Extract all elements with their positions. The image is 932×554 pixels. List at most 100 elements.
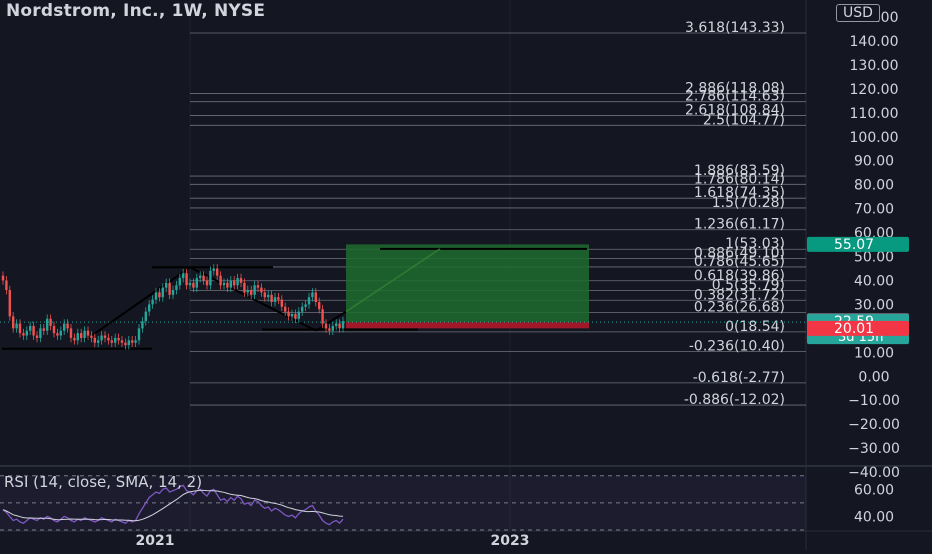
candle-body <box>59 330 62 336</box>
candle-body <box>321 309 324 324</box>
candle-body <box>233 280 236 286</box>
candle-body <box>22 333 25 336</box>
rsi-indicator-label[interactable]: RSI (14, close, SMA, 14, 2) <box>4 473 202 491</box>
candle-body <box>168 282 171 295</box>
candle-body <box>120 340 124 343</box>
candle-body <box>165 282 168 288</box>
price-tick-label: −20.00 <box>848 417 900 433</box>
candle-body <box>97 340 100 343</box>
candle-body <box>137 328 141 341</box>
candle-body <box>311 292 314 298</box>
fib-level-label: 0(18.54) <box>725 319 785 335</box>
candle-body <box>56 333 59 336</box>
candle-body <box>42 328 45 331</box>
candle-body <box>229 280 232 288</box>
candle-body <box>5 280 8 291</box>
time-axis-label: 2023 <box>491 533 530 549</box>
candle-body <box>216 268 219 276</box>
candle-body <box>243 282 246 293</box>
price-tick-label: 80.00 <box>854 178 894 194</box>
currency-button[interactable]: USD <box>836 4 880 22</box>
price-tick-label: −40.00 <box>848 465 900 481</box>
candle-body <box>263 292 266 298</box>
candle-body <box>134 340 137 343</box>
candle-body <box>331 325 334 331</box>
candle-body <box>73 337 76 341</box>
candle-body <box>171 290 175 295</box>
candle-body <box>246 290 249 293</box>
candle-body <box>90 335 93 338</box>
candle-body <box>188 282 192 286</box>
candle-body <box>1 275 5 281</box>
price-chart-svg[interactable]: 3.618(143.33)2.886(118.08)2.786(114.63)2… <box>0 0 932 550</box>
price-tick-label: 100.00 <box>850 130 899 146</box>
candle-body <box>277 297 280 300</box>
candle-body <box>178 278 181 286</box>
candle-body <box>205 280 209 286</box>
candle-body <box>290 313 294 317</box>
candle-body <box>267 294 270 298</box>
candle-body <box>8 290 11 317</box>
candle-body <box>301 306 304 312</box>
candle-body <box>35 335 39 338</box>
fib-level-label: -0.886(-12.02) <box>684 392 785 408</box>
candle-body <box>222 282 226 286</box>
candle-body <box>46 318 49 331</box>
candle-body <box>107 337 110 341</box>
candle-body <box>185 273 188 286</box>
candle-body <box>284 306 287 312</box>
profit-zone <box>346 244 589 323</box>
candle-body <box>202 275 205 281</box>
candle-body <box>318 302 321 310</box>
candle-body <box>328 328 331 331</box>
price-tick-label: 120.00 <box>850 82 899 98</box>
price-tick-label: 70.00 <box>854 202 894 218</box>
fib-level-label: -0.618(-2.77) <box>693 370 785 386</box>
price-tick-label: −30.00 <box>848 441 900 457</box>
candle-body <box>307 297 311 305</box>
price-tick-label: 10.00 <box>854 345 894 361</box>
candle-body <box>175 285 178 291</box>
candle-body <box>253 285 256 295</box>
price-badge-label: 20.01 <box>834 321 874 337</box>
price-badge-label: 55.07 <box>834 237 874 253</box>
candle-body <box>66 323 69 329</box>
candle-body <box>273 297 277 303</box>
fib-level-label: -0.236(10.40) <box>689 338 785 354</box>
candle-body <box>80 333 83 338</box>
candle-body <box>239 278 243 283</box>
candle-body <box>335 323 338 326</box>
candle-body <box>110 340 113 343</box>
candle-body <box>280 299 283 307</box>
candle-body <box>195 278 198 288</box>
candle-body <box>338 323 341 329</box>
fib-level-label: 2.5(104.77) <box>703 112 785 128</box>
candle-body <box>39 328 42 338</box>
stop-loss-zone <box>346 322 589 329</box>
price-tick-label: 110.00 <box>850 106 899 122</box>
candle-body <box>341 321 345 329</box>
candle-body <box>12 316 15 329</box>
candle-body <box>49 318 52 326</box>
fib-level-label: 3.618(143.33) <box>685 20 785 36</box>
candle-body <box>199 275 202 279</box>
rsi-tick-label: 40.00 <box>854 509 894 525</box>
candle-body <box>151 299 154 305</box>
candle-body <box>192 282 195 288</box>
candle-body <box>294 313 297 319</box>
price-tick-label: 0.00 <box>858 369 889 385</box>
candle-body <box>304 304 307 307</box>
fib-level-label: 0.236(26.68) <box>694 299 785 315</box>
rsi-tick-label: 60.00 <box>854 482 894 498</box>
candle-body <box>32 325 35 336</box>
candle-body <box>83 330 86 338</box>
price-tick-label: 90.00 <box>854 154 894 170</box>
chart-area[interactable]: 3.618(143.33) 2.886(118.08) 2.786(114.63) 2… <box>0 0 932 550</box>
candle-body <box>270 294 273 303</box>
price-tick-label: −10.00 <box>848 393 900 409</box>
candle-body <box>29 325 32 331</box>
candle-body <box>209 270 212 286</box>
chart-title: Nordstrom, Inc., 1W, NYSE <box>6 1 266 21</box>
candle-body <box>324 323 328 329</box>
candle-body <box>124 342 127 346</box>
